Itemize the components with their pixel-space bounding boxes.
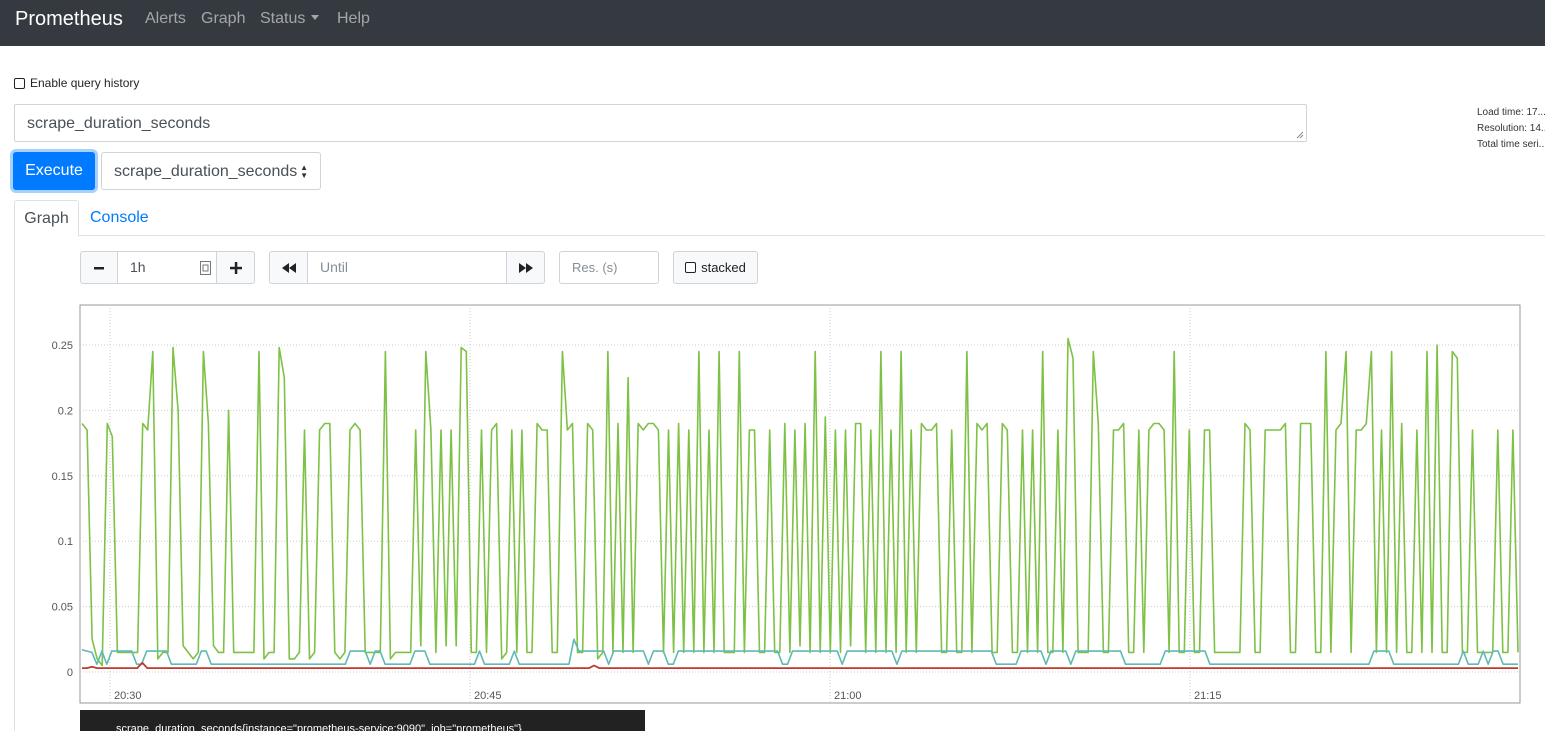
expression-value: scrape_duration_seconds xyxy=(27,115,211,132)
select-arrows-icon: ▲ ▼ xyxy=(300,163,308,180)
resolution-input[interactable]: Res. (s) xyxy=(559,251,659,284)
x-tick-label: 21:00 xyxy=(834,690,862,702)
metric-select-value: scrape_duration_seconds xyxy=(114,163,298,180)
time-forward-button[interactable] xyxy=(506,251,545,284)
minus-icon xyxy=(94,266,104,269)
time-series-chart[interactable]: 0 0.05 0.1 0.15 0.2 0.25 20:30 20:45 21:00 21:15 xyxy=(0,295,1545,710)
legend-text: scrape_duration_seconds{instance="promet… xyxy=(116,723,522,731)
range-decrease-button[interactable] xyxy=(80,251,118,284)
until-placeholder: Until xyxy=(320,259,349,275)
stacked-toggle[interactable]: stacked xyxy=(673,251,758,284)
resolution: Resolution: 14... xyxy=(1477,123,1545,134)
nav-status-label: Status xyxy=(260,10,306,27)
resize-grip-icon[interactable] xyxy=(1296,131,1304,139)
until-input[interactable]: Until xyxy=(307,251,507,284)
plus-icon xyxy=(229,261,242,274)
x-tick-label: 20:30 xyxy=(114,690,142,702)
calendar-icon xyxy=(200,261,211,275)
stacked-label: stacked xyxy=(701,260,746,275)
nav-graph[interactable]: Graph xyxy=(201,10,245,28)
resolution-placeholder: Res. (s) xyxy=(572,260,618,275)
tab-graph[interactable]: Graph xyxy=(14,200,79,237)
query-history-toggle[interactable]: Enable query history xyxy=(14,76,139,90)
range-value: 1h xyxy=(130,259,146,275)
y-tick-label: 0.1 xyxy=(58,536,73,548)
execute-button[interactable]: Execute xyxy=(13,152,95,190)
stacked-checkbox[interactable] xyxy=(685,262,697,273)
tabs-divider xyxy=(14,235,1545,236)
y-tick-label: 0 xyxy=(67,667,73,679)
x-tick-label: 21:15 xyxy=(1194,690,1222,702)
fast-forward-icon xyxy=(518,262,533,273)
brand-logo[interactable]: Prometheus xyxy=(15,8,123,31)
query-history-label: Enable query history xyxy=(30,76,140,90)
range-input[interactable]: 1h xyxy=(117,251,217,284)
nav-status[interactable]: Status xyxy=(260,10,320,28)
y-tick-label: 0.25 xyxy=(52,340,73,352)
fast-backward-icon xyxy=(281,262,296,273)
time-back-button[interactable] xyxy=(269,251,308,284)
tab-console[interactable]: Console xyxy=(90,209,149,227)
legend-tooltip: scrape_duration_seconds{instance="promet… xyxy=(80,710,645,731)
y-tick-label: 0.05 xyxy=(52,602,73,614)
expression-input[interactable]: scrape_duration_seconds xyxy=(14,104,1307,142)
query-history-checkbox[interactable] xyxy=(14,77,25,89)
y-tick-label: 0.2 xyxy=(58,405,73,417)
navbar: Prometheus Alerts Graph Status Help xyxy=(0,0,1545,46)
chevron-down-icon xyxy=(311,15,320,20)
query-stats: Load time: 17... Resolution: 14... Total… xyxy=(1477,105,1545,153)
nav-help[interactable]: Help xyxy=(337,10,370,28)
metric-select[interactable]: scrape_duration_seconds ▲ ▼ xyxy=(101,152,321,190)
nav-alerts[interactable]: Alerts xyxy=(145,10,186,28)
load-time: Load time: 17... xyxy=(1477,107,1545,118)
x-tick-label: 20:45 xyxy=(474,690,502,702)
range-increase-button[interactable] xyxy=(216,251,255,284)
y-tick-label: 0.15 xyxy=(52,471,73,483)
total-series: Total time seri... xyxy=(1477,139,1545,150)
